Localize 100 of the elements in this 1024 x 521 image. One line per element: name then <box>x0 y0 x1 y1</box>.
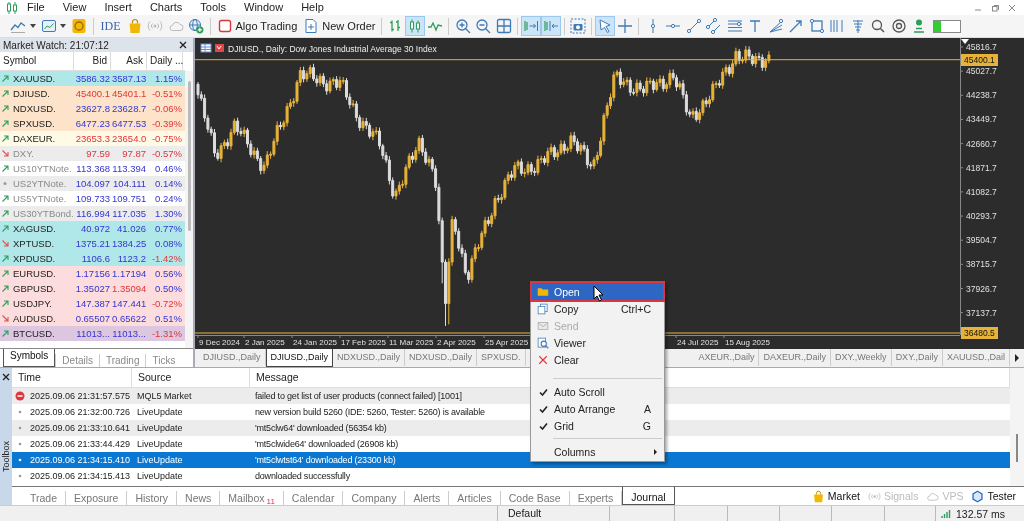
ask-price: 109.751 <box>111 192 147 206</box>
bid-price: 116.994 <box>75 207 111 221</box>
column-header[interactable]: Daily ... <box>147 52 183 70</box>
menu-item[interactable]: Charts <box>140 0 192 15</box>
panel-tab[interactable]: Journal <box>622 487 675 505</box>
chart-tab[interactable]: DJIUSD.,Daily <box>265 349 334 367</box>
column-header[interactable]: Ask <box>111 52 147 70</box>
chart-tab[interactable]: DXY.,Weekly <box>830 349 892 366</box>
quote-row[interactable]: DAXEUR. 23653.3 23654.0 -0.75% <box>0 131 185 146</box>
quote-row[interactable]: XAGUSD. 40.972 41.026 0.77% <box>0 221 185 236</box>
bid-price: 97.59 <box>85 147 111 161</box>
quote-row[interactable]: GBPUSD. 1.35027 1.35094 0.50% <box>0 281 185 296</box>
chart-tab[interactable]: AXEUR.,Daily <box>694 349 760 366</box>
quote-row[interactable]: BTCUSD. 11013... 11013... -1.31% <box>0 326 185 341</box>
new-order-button[interactable]: New Order <box>300 16 379 36</box>
quote-row[interactable]: DXY. 97.59 97.87 -0.57% <box>0 146 185 161</box>
price-tick-label: 45027.7 <box>966 66 997 77</box>
price-tick-label: 41082.7 <box>966 186 997 197</box>
price-tick-label: 45816.7 <box>966 42 997 52</box>
date-label: 2 Jan 2025 <box>245 338 285 347</box>
daily-change: 0.50% <box>154 282 183 296</box>
quote-row[interactable]: US2YTNote. 104.097 104.111 0.14% <box>0 176 185 191</box>
symbol-name: XAUUSD. <box>12 72 57 86</box>
symbol-name: US5YTNote. <box>12 192 68 206</box>
daily-change: -1.42% <box>150 252 183 266</box>
column-header[interactable]: Symbol <box>0 52 74 70</box>
algo-trading-button[interactable]: Algo Trading <box>213 16 301 36</box>
price-tick-label: 42660.7 <box>966 138 997 149</box>
daily-change: -0.75% <box>150 132 183 146</box>
menu-item[interactable]: Viewer <box>532 334 663 351</box>
symbol-name: USDJPY. <box>12 297 53 311</box>
symbol-name: NDXUSD. <box>12 102 57 116</box>
log-time: 2025.09.06 21:31:57.575 <box>30 390 131 403</box>
log-time: 2025.09.06 21:34:15.413 <box>30 470 131 483</box>
menu-item[interactable]: Insert <box>95 0 141 15</box>
chart-tab[interactable]: DAXEUR.,Daily <box>759 349 831 366</box>
ask-price: 1.17194 <box>111 267 147 281</box>
panel-side-title: Toolbox <box>1 441 11 473</box>
ask-price: 117.035 <box>111 207 147 221</box>
chart-tab[interactable]: NDXUSD.,Daily <box>405 349 478 366</box>
quote-row[interactable]: DJIUSD. 45400.1 45401.1 -0.51% <box>0 86 185 101</box>
chart-tab[interactable]: XAUUSD.,Dail <box>943 349 1010 366</box>
quote-row[interactable]: EURUSD. 1.17156 1.17194 0.56% <box>0 266 185 281</box>
ask-price: 1.35094 <box>111 282 147 296</box>
date-label: 15 Aug 2025 <box>725 338 770 347</box>
quote-row[interactable]: NDXUSD. 23627.8 23628.7 -0.06% <box>0 101 185 116</box>
daily-change: -0.39% <box>150 117 183 131</box>
menu-item[interactable]: View <box>53 0 96 15</box>
log-source: LiveUpdate <box>136 422 184 435</box>
menu-item[interactable]: Clear <box>532 351 663 368</box>
ask-price: 1123.2 <box>116 252 147 266</box>
menu-item[interactable]: Open <box>532 283 663 300</box>
log-message: downloaded successfully <box>254 470 350 483</box>
quote-row[interactable]: AUDUSD. 0.65507 0.65622 0.51% <box>0 311 185 326</box>
bid-price: 40.972 <box>79 222 111 236</box>
column-header[interactable]: Source <box>132 368 250 387</box>
quote-row[interactable]: SPXUSD. 6477.23 6477.53 -0.39% <box>0 116 185 131</box>
symbol-name: DJIUSD. <box>12 87 51 101</box>
column-header[interactable]: Bid <box>74 52 111 70</box>
bid-price: 104.097 <box>74 177 111 191</box>
mail-count: 11 <box>266 497 275 506</box>
chart-tab[interactable]: NDXUSD.,Daily <box>333 349 406 366</box>
chart-tab[interactable]: DXY.,Daily <box>891 349 943 366</box>
chart-tab[interactable]: DJIUSD.,Daily <box>199 349 266 366</box>
panel-link[interactable]: Tester <box>971 489 1016 503</box>
bid-price: 1.17156 <box>74 267 111 281</box>
panel-link[interactable]: Market <box>811 489 860 503</box>
bid-price: 11013... <box>75 327 111 341</box>
chart-tab[interactable]: SPXUSD. <box>477 349 526 366</box>
bid-price: 3586.32 <box>74 72 111 86</box>
menu-item[interactable]: Grid G <box>532 417 663 434</box>
panel-tab[interactable]: Symbols <box>3 349 56 367</box>
ask-price: 1384.25 <box>111 237 147 251</box>
ask-price: 147.441 <box>111 297 147 311</box>
daily-change: 1.30% <box>154 207 183 221</box>
quote-row[interactable]: US30YTBond. 116.994 117.035 1.30% <box>0 206 185 221</box>
date-label: 17 Feb 2025 <box>341 338 386 347</box>
ask-price: 11013... <box>111 327 147 341</box>
ask-price: 3587.13 <box>111 72 147 86</box>
menu-item[interactable]: Window <box>235 0 293 15</box>
symbol-name: DXY. <box>12 147 35 161</box>
menu-item[interactable]: Copy Ctrl+C <box>532 300 663 317</box>
symbol-name: US10YTNote. <box>12 162 73 176</box>
symbol-name: XPDUSD. <box>12 252 57 266</box>
log-message: failed to get list of user products (connect failed) [1001] <box>254 390 462 403</box>
quote-row[interactable]: XAUUSD. 3586.32 3587.13 1.15% <box>0 71 185 86</box>
menu-item[interactable]: File <box>18 0 54 15</box>
ide-button[interactable]: IDE <box>96 18 125 34</box>
quote-row[interactable]: USDJPY. 147.387 147.441 -0.72% <box>0 296 185 311</box>
quote-row[interactable]: XPDUSD. 1106.6 1123.2 -1.42% <box>0 251 185 266</box>
menu-item[interactable]: Tools <box>191 0 235 15</box>
bid-price: 113.368 <box>75 162 111 176</box>
menu-item[interactable]: Help <box>292 0 333 15</box>
date-label: 24 Jul 2025 <box>677 338 719 347</box>
quote-row[interactable]: XPTUSD. 1375.21 1384.25 0.08% <box>0 236 185 251</box>
log-source: LiveUpdate <box>136 406 184 419</box>
bid-price: 1.35027 <box>74 282 111 296</box>
ask-price: 23628.7 <box>111 102 147 116</box>
column-header[interactable]: Time <box>12 368 132 387</box>
daily-change: 0.46% <box>154 162 183 176</box>
